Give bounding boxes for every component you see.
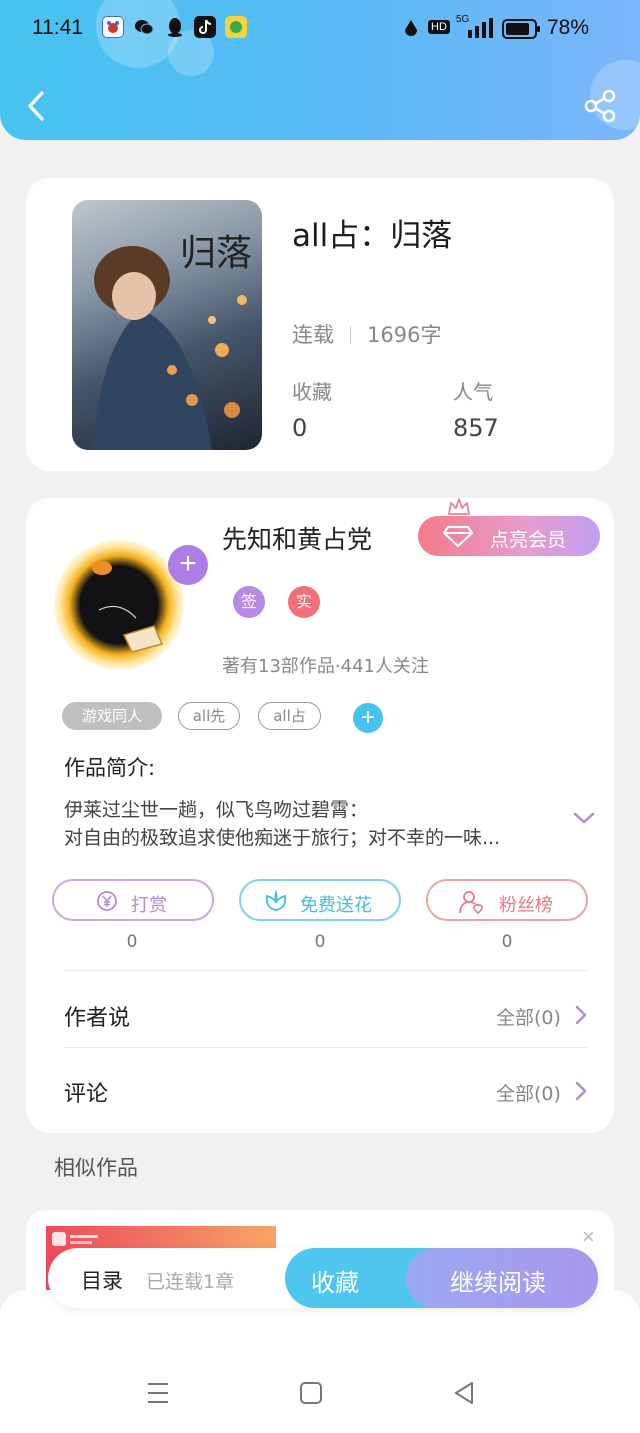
- yen-coin-icon: [97, 891, 117, 911]
- comments-all: 全部(0): [496, 1083, 561, 1105]
- divider: [350, 326, 351, 344]
- fan-count: 0: [501, 932, 513, 952]
- popularity-value: 857: [453, 414, 499, 442]
- flower-icon: [265, 889, 287, 911]
- chevron-down-icon[interactable]: [572, 810, 596, 826]
- data-saver-icon: [405, 20, 417, 36]
- chapter-count: 已连载1章: [146, 1271, 235, 1293]
- status-time: 11:41: [32, 16, 83, 39]
- tip-button[interactable]: 打赏: [52, 879, 214, 921]
- author-says-all: 全部(0): [496, 1007, 561, 1029]
- app-icon: [225, 16, 247, 38]
- favorite-label: 收藏: [311, 1269, 359, 1297]
- book-info-card: 归落 all占：归落 连载 1696字 收藏 0 人气 857: [26, 178, 614, 471]
- table-of-contents-button[interactable]: 目录: [81, 1265, 123, 1295]
- qq-app-icon: [164, 16, 186, 38]
- add-tag-button[interactable]: +: [353, 703, 383, 733]
- avatar-art: [81, 561, 164, 653]
- intro-line: 伊莱过尘世一趟，似飞鸟吻过碧霄：: [64, 799, 369, 821]
- chevron-right-icon: [575, 1081, 587, 1101]
- tag-item[interactable]: all占: [258, 702, 321, 730]
- send-flower-label: 免费送花: [300, 895, 372, 916]
- continue-reading-button[interactable]: 继续阅读: [406, 1248, 598, 1308]
- hd-badge: HD: [428, 20, 450, 34]
- book-cover[interactable]: 归落: [72, 200, 262, 450]
- favorites-label: 收藏: [292, 380, 332, 404]
- douyin-app-icon: [194, 16, 216, 38]
- back-nav-icon[interactable]: [452, 1380, 476, 1406]
- follow-author-button[interactable]: +: [168, 545, 208, 585]
- similar-works-title: 相似作品: [54, 1156, 138, 1180]
- author-name[interactable]: 先知和黄占党: [222, 520, 372, 556]
- fan-ranking-button[interactable]: 粉丝榜: [426, 879, 588, 921]
- flower-count: 0: [314, 932, 326, 952]
- fan-ranking-label: 粉丝榜: [499, 895, 553, 916]
- verified-badge: 实: [288, 586, 320, 618]
- serial-status: 连载: [292, 323, 334, 347]
- divider: [64, 1047, 588, 1048]
- tag-item[interactable]: all先: [178, 702, 240, 730]
- battery-percent: 78%: [547, 16, 590, 39]
- intro-text[interactable]: 伊莱过尘世一趟，似飞鸟吻过碧霄： 对自由的极致追求使他痴迷于旅行；对不幸的一味.…: [64, 796, 500, 852]
- signed-badge: 签: [233, 586, 265, 618]
- vip-membership-button[interactable]: 点亮会员: [418, 516, 600, 556]
- ad-logo-icon: [52, 1232, 98, 1246]
- author-card: + 先知和黄占党 点亮会员 签 实 著有13部作品·441人关注 游戏同人 al…: [26, 498, 614, 1133]
- intro-title: 作品简介:: [64, 756, 156, 780]
- popularity-label: 人气: [453, 380, 493, 404]
- close-icon[interactable]: ×: [582, 1224, 595, 1250]
- baidu-app-icon: [102, 16, 124, 38]
- chevron-left-icon[interactable]: [22, 88, 52, 124]
- favorites-value: 0: [292, 414, 308, 442]
- author-works-info: 著有13部作品·441人关注: [222, 656, 429, 677]
- continue-label: 继续阅读: [450, 1269, 546, 1297]
- status-bar: 11:41 HD 5G 78%: [0, 0, 640, 58]
- avatar[interactable]: [54, 540, 184, 670]
- intro-line: 对自由的极致追求使他痴迷于旅行；对不幸的一味...: [64, 827, 501, 849]
- divider: [64, 970, 588, 971]
- vip-button-label: 点亮会员: [490, 529, 567, 551]
- fan-user-icon: [459, 891, 483, 915]
- book-status-line: 连载 1696字: [292, 319, 441, 349]
- battery-icon: [502, 19, 540, 39]
- wechat-app-icon: [133, 16, 155, 38]
- author-says-label: 作者说: [64, 1006, 131, 1031]
- share-icon[interactable]: [582, 88, 618, 124]
- menu-nav-icon[interactable]: [146, 1380, 170, 1406]
- bottom-sheet: [0, 1290, 640, 1433]
- signal-icon: [468, 18, 493, 38]
- crown-icon: [448, 498, 470, 515]
- home-nav-icon[interactable]: [299, 1380, 323, 1406]
- cover-title: 归落: [180, 233, 253, 274]
- header: 11:41 HD 5G 78%: [0, 0, 640, 140]
- tip-count: 0: [126, 932, 138, 952]
- reading-bar: 目录 已连载1章 收藏 继续阅读: [48, 1248, 598, 1308]
- comments-label: 评论: [64, 1082, 109, 1107]
- word-count: 1696字: [367, 323, 442, 347]
- send-flower-button[interactable]: 免费送花: [239, 879, 401, 921]
- diamond-icon: [442, 525, 474, 548]
- tag-item[interactable]: 游戏同人: [62, 702, 162, 730]
- chevron-right-icon: [575, 1005, 587, 1025]
- tip-label: 打赏: [131, 895, 167, 916]
- book-title: all占：归落: [292, 218, 453, 254]
